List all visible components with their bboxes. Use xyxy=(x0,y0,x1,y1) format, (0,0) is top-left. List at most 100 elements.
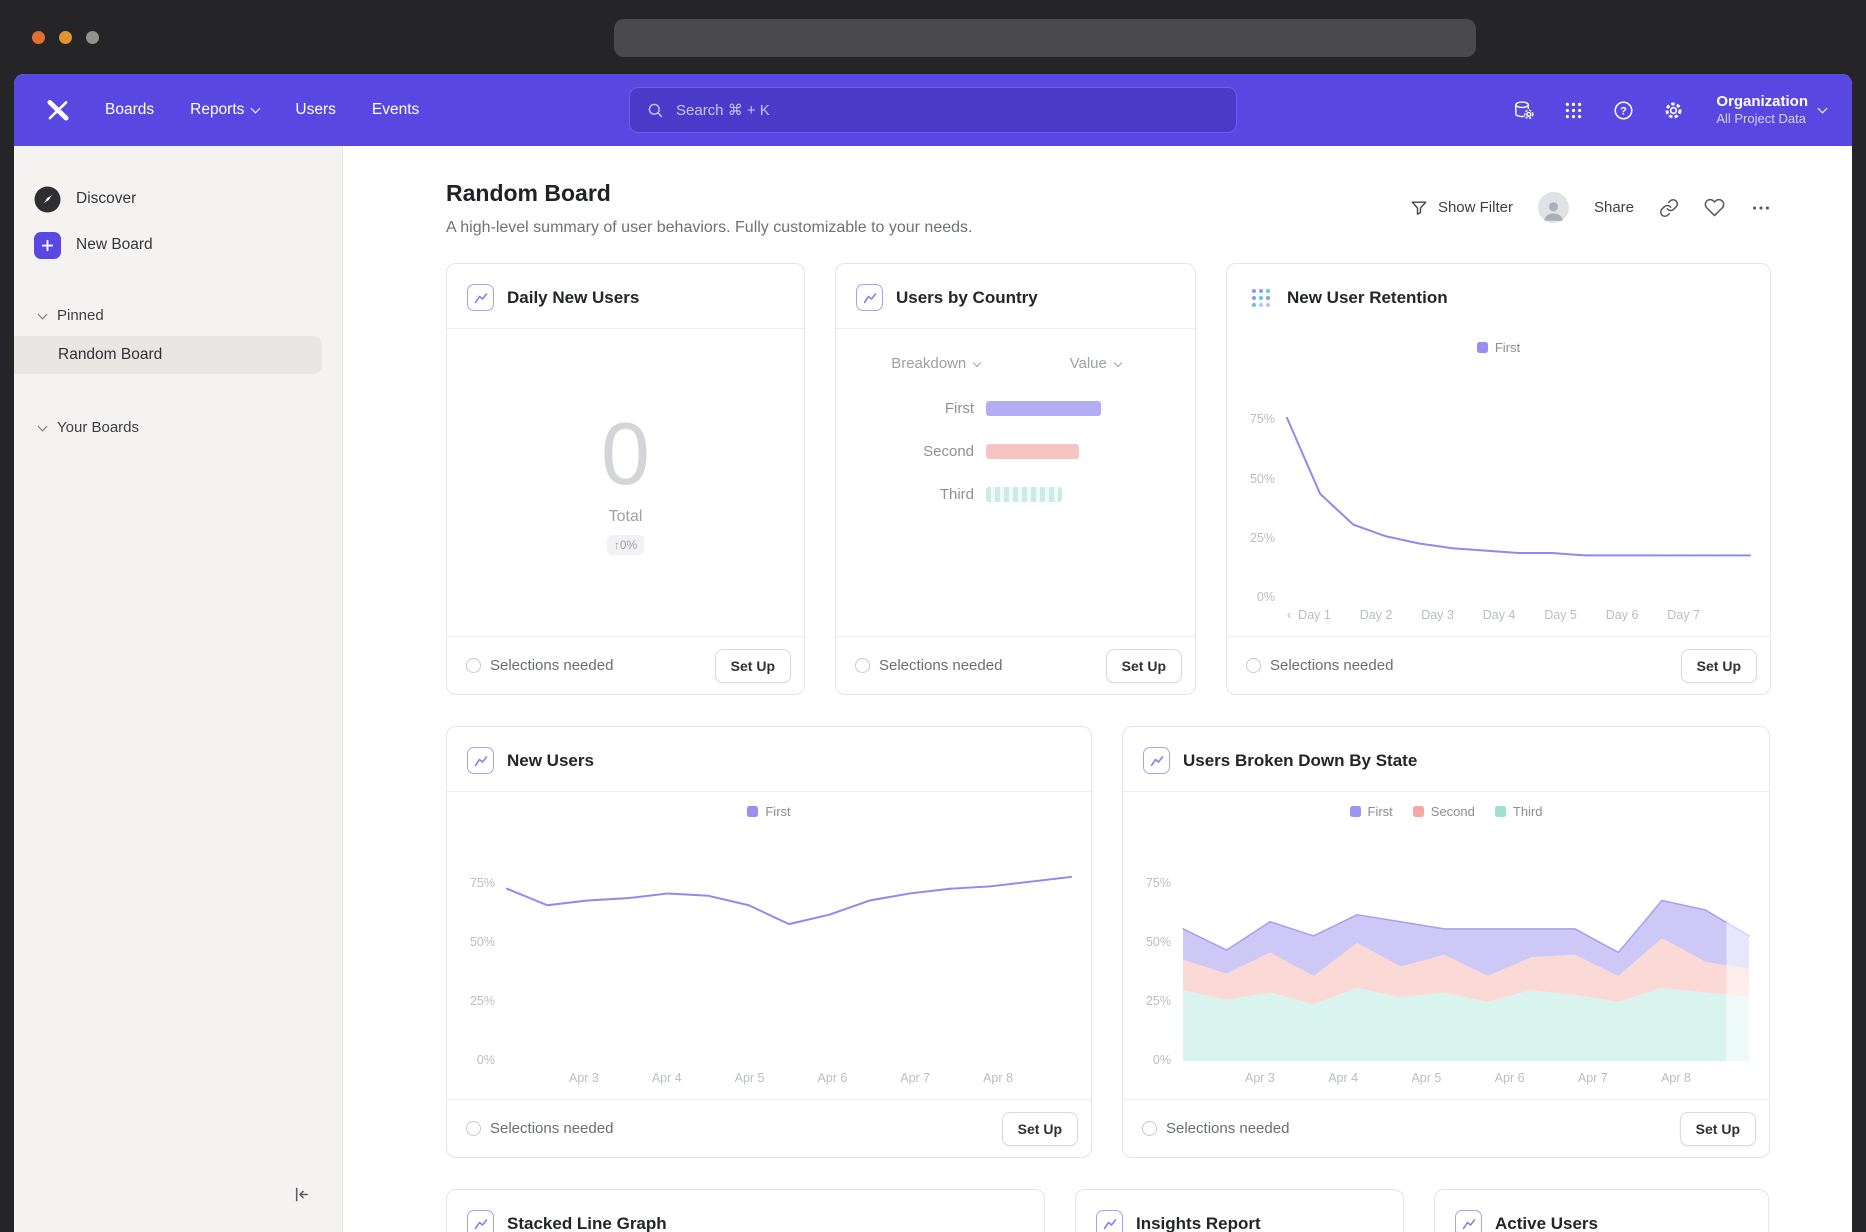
top-nav: Boards Reports Users Events Search ⌘ + K xyxy=(14,74,1852,146)
copy-link-button[interactable] xyxy=(1659,198,1679,218)
legend-label: Second xyxy=(1431,804,1475,819)
value-dropdown[interactable]: Value xyxy=(1016,355,1176,372)
bar-row: First xyxy=(856,400,1175,417)
collapse-sidebar-button[interactable] xyxy=(287,1180,316,1212)
sidebar-section-pinned[interactable]: Pinned xyxy=(14,298,342,332)
line-chart-icon xyxy=(467,747,494,774)
share-button[interactable]: Share xyxy=(1594,199,1634,216)
breakdown-dropdown[interactable]: Breakdown xyxy=(856,355,1016,372)
set-up-button[interactable]: Set Up xyxy=(1681,649,1757,683)
y-axis-label: 0% xyxy=(1131,1053,1171,1067)
more-options-button[interactable] xyxy=(1750,197,1772,219)
radio-circle-icon xyxy=(1142,1121,1157,1136)
status-label: Selections needed xyxy=(1166,1120,1289,1137)
y-axis-label: 0% xyxy=(1235,590,1275,604)
x-axis-label: Day 7 xyxy=(1667,608,1700,622)
plot-area[interactable]: 75%50%25%0% xyxy=(1287,361,1750,598)
legend-swatch xyxy=(1495,806,1506,817)
new-users-chart[interactable]: 75%50%25%0%Apr 3Apr 4Apr 5Apr 6Apr 7Apr … xyxy=(461,825,1071,1087)
chevron-down-icon xyxy=(38,310,48,320)
x-axis-label: ‹Day 1 xyxy=(1287,608,1331,622)
bar-row: Third xyxy=(856,486,1175,503)
favorite-button[interactable] xyxy=(1704,197,1725,218)
browser-address-bar[interactable] xyxy=(614,19,1476,57)
status-label: Selections needed xyxy=(490,657,613,674)
nav-users[interactable]: Users xyxy=(282,92,348,128)
retention-grid-icon xyxy=(1247,284,1274,311)
bar-label: Third xyxy=(856,486,974,503)
avatar[interactable] xyxy=(1538,192,1569,223)
org-switcher[interactable]: Organization All Project Data xyxy=(1716,93,1826,128)
line-chart-icon xyxy=(1096,1210,1123,1232)
board-actions: Show Filter Share xyxy=(1409,192,1772,223)
nav-events[interactable]: Events xyxy=(359,92,432,128)
legend-item[interactable]: Second xyxy=(1413,804,1475,819)
sidebar-item-new-board[interactable]: New Board xyxy=(14,222,342,268)
card-daily-new-users: Daily New Users 0 Total ↑0% Selections n… xyxy=(446,263,805,695)
x-axis-label: Apr 3 xyxy=(1245,1071,1275,1085)
page-subtitle: A high-level summary of user behaviors. … xyxy=(446,219,972,237)
x-axis-label: Apr 4 xyxy=(652,1071,682,1085)
legend-item[interactable]: Third xyxy=(1495,804,1543,819)
card-stacked-line-graph: Stacked Line Graph xyxy=(446,1189,1045,1232)
x-axis-label: Apr 7 xyxy=(900,1071,930,1085)
discover-icon xyxy=(34,186,61,213)
settings-gear-icon[interactable] xyxy=(1662,99,1685,122)
card-title: Daily New Users xyxy=(507,288,639,308)
y-axis-label: 75% xyxy=(1131,876,1171,890)
card-status: Selections needed xyxy=(855,657,1002,674)
new-board-plus-icon xyxy=(34,232,61,259)
set-up-button[interactable]: Set Up xyxy=(715,649,791,683)
apps-grid-icon[interactable] xyxy=(1562,99,1585,122)
card-title: Active Users xyxy=(1495,1214,1598,1232)
legend-item[interactable]: First xyxy=(1350,804,1393,819)
bar xyxy=(986,401,1101,416)
plot-area[interactable]: 75%50%25%0% xyxy=(1183,825,1749,1061)
line-chart-icon xyxy=(1143,747,1170,774)
nav-reports[interactable]: Reports xyxy=(177,92,272,128)
state-stacked-chart[interactable]: 75%50%25%0%Apr 3Apr 4Apr 5Apr 6Apr 7Apr … xyxy=(1137,825,1749,1087)
radio-circle-icon xyxy=(855,658,870,673)
global-search-input[interactable]: Search ⌘ + K xyxy=(629,87,1237,133)
set-up-button[interactable]: Set Up xyxy=(1106,649,1182,683)
legend-item[interactable]: First xyxy=(1477,340,1520,355)
window-minimize-button[interactable] xyxy=(59,31,72,44)
set-up-button[interactable]: Set Up xyxy=(1002,1112,1078,1146)
status-label: Selections needed xyxy=(490,1120,613,1137)
y-axis-label: 25% xyxy=(455,994,495,1008)
value-label: Value xyxy=(1070,355,1107,372)
nav-boards[interactable]: Boards xyxy=(92,92,167,128)
bar-label: First xyxy=(856,400,974,417)
sidebar-item-random-board[interactable]: Random Board xyxy=(14,336,322,374)
set-up-button[interactable]: Set Up xyxy=(1680,1112,1756,1146)
sidebar-section-your-boards[interactable]: Your Boards xyxy=(14,410,342,444)
search-placeholder: Search ⌘ + K xyxy=(676,101,770,119)
mixpanel-logo-icon[interactable] xyxy=(44,96,72,124)
chevron-down-icon xyxy=(1818,104,1828,114)
prev-page-icon[interactable]: ‹ xyxy=(1287,608,1291,622)
sidebar-item-discover[interactable]: Discover xyxy=(14,176,342,222)
plot-area[interactable]: 75%50%25%0% xyxy=(507,825,1071,1061)
x-axis-label: Apr 8 xyxy=(1661,1071,1691,1085)
nav-reports-label: Reports xyxy=(190,101,244,119)
data-management-icon[interactable] xyxy=(1512,99,1535,122)
org-project-label: All Project Data xyxy=(1716,111,1808,127)
chevron-down-icon xyxy=(251,104,261,114)
link-icon xyxy=(1659,198,1679,218)
retention-chart[interactable]: 75%50%25%0%‹Day 1Day 2Day 3Day 4Day 5Day… xyxy=(1241,361,1750,624)
country-body: Breakdown Value First Second xyxy=(836,329,1195,636)
card-title: New Users xyxy=(507,751,594,771)
window-zoom-button[interactable] xyxy=(86,31,99,44)
legend-item[interactable]: First xyxy=(747,804,790,819)
card-new-user-retention: New User Retention First 75%50%25%0%‹Day… xyxy=(1226,263,1771,695)
window-close-button[interactable] xyxy=(32,31,45,44)
sidebar: Discover New Board Pinned Random Board xyxy=(14,146,343,1232)
x-axis-label: Apr 6 xyxy=(1495,1071,1525,1085)
show-filter-button[interactable]: Show Filter xyxy=(1409,198,1513,218)
x-axis-label: Day 6 xyxy=(1606,608,1639,622)
y-axis-label: 50% xyxy=(1235,472,1275,486)
sidebar-new-board-label: New Board xyxy=(76,236,153,254)
line-chart-icon xyxy=(467,284,494,311)
help-icon[interactable]: ? xyxy=(1612,99,1635,122)
card-grid: Daily New Users 0 Total ↑0% Selections n… xyxy=(343,237,1852,1232)
